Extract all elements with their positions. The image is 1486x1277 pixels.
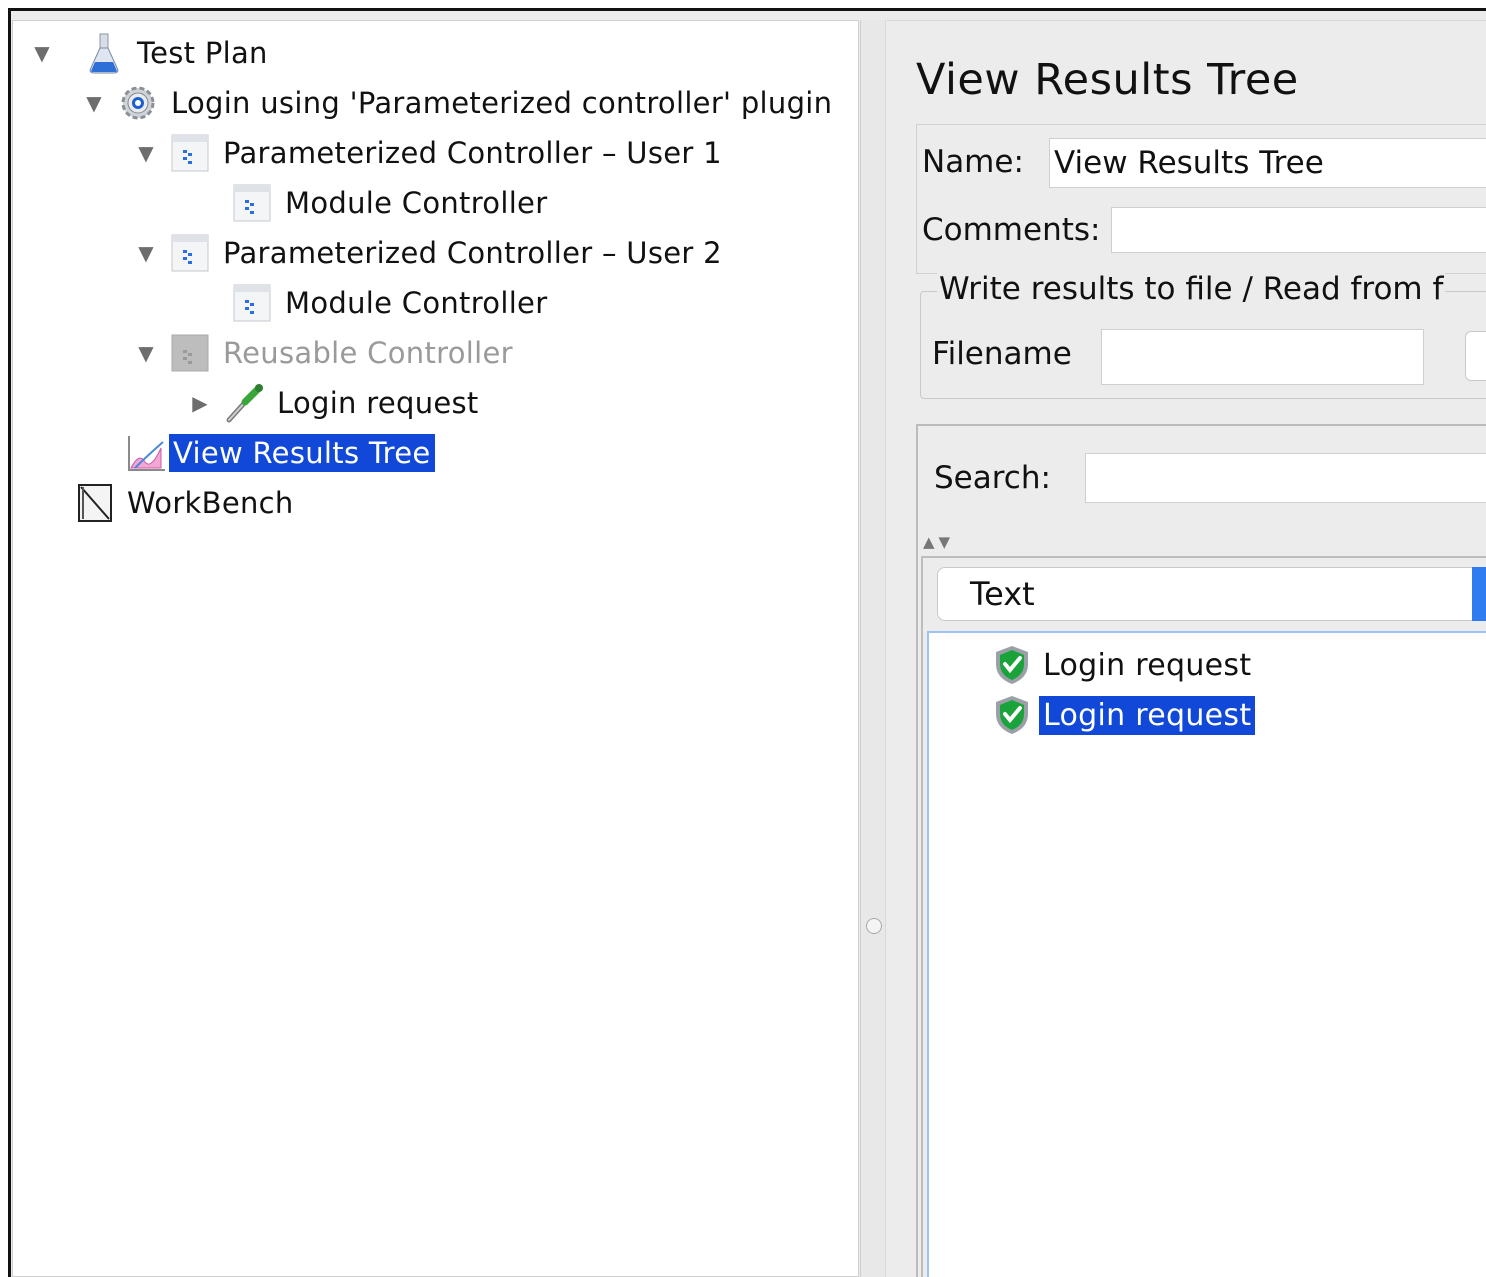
panel-title: View Results Tree [916,55,1299,105]
filename-field[interactable] [1101,329,1424,385]
workbench-icon [75,482,117,524]
tree-node-label: Module Controller [285,186,548,220]
tree-node-thread-group[interactable]: ▼ Login using 'Parameterized controller'… [83,79,836,127]
comments-label: Comments: [922,212,1101,248]
tree-node-module-controller-1[interactable]: Module Controller [231,179,551,227]
flask-icon [83,32,125,74]
expand-arrow-icon[interactable]: ▼ [83,92,105,114]
tree-node-label: WorkBench [127,486,294,520]
tree-node-module-controller-2[interactable]: Module Controller [231,279,551,327]
tree-node-label: Module Controller [285,286,548,320]
tree-node-param-controller-2[interactable]: ▼ Parameterized Controller – User 2 [135,229,726,277]
tree-node-login-request[interactable]: ▶ Login request [189,379,483,427]
tree-node-view-results-tree[interactable]: View Results Tree [125,429,435,477]
expand-arrow-icon[interactable]: ▼ [135,242,157,264]
tree-node-reusable-controller[interactable]: ▼ Reusable Controller [135,329,517,377]
splitter-handle-icon[interactable] [866,918,882,934]
expand-arrow-icon[interactable]: ▼ [135,342,157,364]
sort-arrows-icon[interactable]: ▲▼ [923,533,954,551]
success-shield-icon [991,694,1033,736]
tree-node-label: Parameterized Controller – User 1 [223,136,722,170]
result-node[interactable]: Login request [991,691,1256,739]
result-node[interactable]: Login request [991,641,1255,689]
view-results-tree-panel: View Results Tree Name: View Results Tre… [887,20,1486,1277]
tree-node-label: Parameterized Controller – User 2 [223,236,722,270]
browse-button[interactable] [1465,331,1486,381]
tree-node-label: Reusable Controller [223,336,513,370]
result-node-label: Login request [1039,695,1256,735]
tree-node-label: View Results Tree [169,434,435,472]
tree-node-param-controller-1[interactable]: ▼ Parameterized Controller – User 1 [135,129,726,177]
renderer-select-value: Text [970,575,1035,613]
renderer-dropdown-button[interactable] [1472,567,1486,621]
renderer-select[interactable]: Text [937,567,1486,621]
controller-icon [169,132,211,174]
gear-icon [117,82,159,124]
tree-node-workbench[interactable]: WorkBench [75,479,298,527]
tree-node-label: Test Plan [137,36,268,70]
expand-arrow-icon[interactable]: ▼ [31,42,53,64]
controller-icon [231,182,273,224]
result-node-label: Login request [1043,647,1252,683]
name-label: Name: [922,144,1024,180]
pane-splitter[interactable] [860,20,886,1277]
graph-icon [125,432,167,474]
search-label: Search: [934,460,1051,496]
test-plan-tree: ▼ Test Plan ▼ Login using 'Parameterized… [12,20,859,1277]
write-results-group-title: Write results to file / Read from f [937,271,1446,307]
tree-node-label: Login request [277,386,479,420]
controller-icon [231,282,273,324]
controller-icon [169,332,211,374]
tree-node-test-plan[interactable]: ▼ Test Plan [31,29,272,77]
pipette-icon [223,382,265,424]
expand-arrow-icon[interactable]: ▼ [135,142,157,164]
search-field[interactable] [1085,453,1486,503]
comments-field[interactable] [1111,207,1486,253]
tree-node-label: Login using 'Parameterized controller' p… [171,86,833,120]
results-tree: Login request Login request [927,631,1486,1277]
filename-label: Filename [932,336,1072,372]
collapse-arrow-icon[interactable]: ▶ [189,392,211,414]
success-shield-icon [991,644,1033,686]
controller-icon [169,232,211,274]
name-field[interactable]: View Results Tree [1049,138,1486,188]
